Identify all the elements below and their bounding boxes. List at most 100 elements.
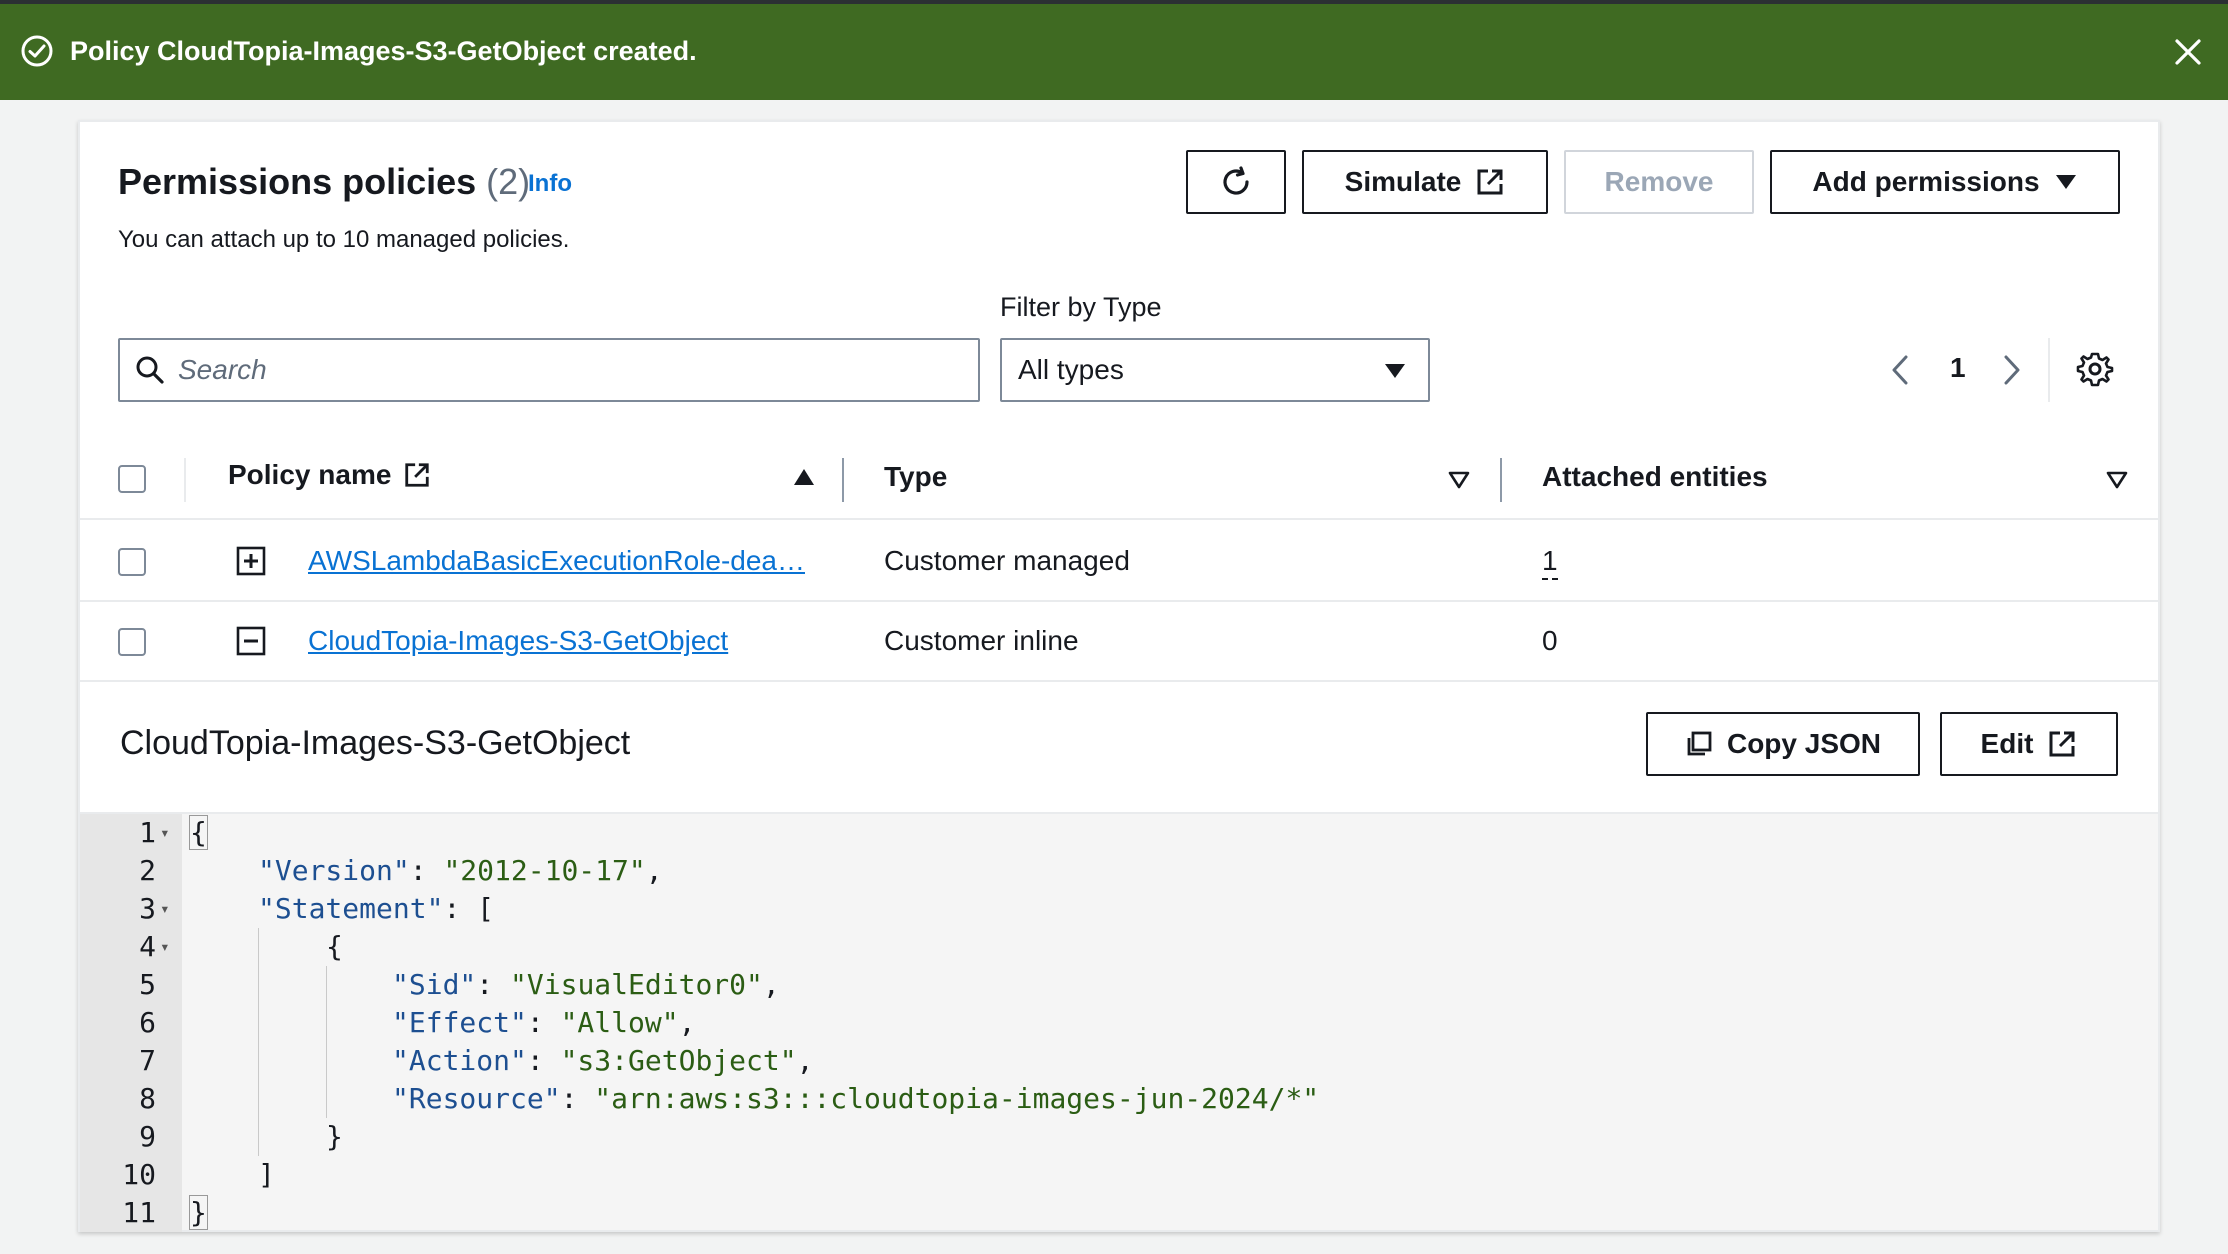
json-value: "Allow" xyxy=(560,1006,679,1039)
type-filter-value: All types xyxy=(1018,354,1124,385)
policy-type: Customer inline xyxy=(884,625,1079,656)
json-value: "2012-10-17" xyxy=(443,854,646,887)
code-line: "Sid": "VisualEditor0", xyxy=(392,968,780,1001)
line-number: 6 xyxy=(139,1006,156,1039)
sort-down-icon[interactable] xyxy=(1448,470,1470,490)
code-line: ] xyxy=(258,1156,275,1194)
refresh-icon xyxy=(1223,166,1249,195)
column-header-policy-name[interactable]: Policy name xyxy=(228,458,431,492)
chevron-left-icon[interactable] xyxy=(1888,354,1912,386)
code-line: { xyxy=(326,928,343,966)
line-number: 2 xyxy=(139,854,156,887)
code-bracket: [ xyxy=(477,892,495,925)
row-checkbox[interactable] xyxy=(118,548,146,576)
panel-description: You can attach up to 10 managed policies… xyxy=(118,226,570,253)
search-icon xyxy=(136,356,164,384)
column-divider xyxy=(1500,458,1502,502)
line-number: 7 xyxy=(139,1044,156,1077)
copy-icon xyxy=(1687,731,1712,756)
add-permissions-label: Add permissions xyxy=(1812,166,2040,197)
external-link-icon xyxy=(2049,731,2075,757)
policy-name-link[interactable]: AWSLambdaBasicExecutionRole-dea… xyxy=(308,544,805,578)
copy-json-button[interactable]: Copy JSON xyxy=(1646,712,1920,776)
table-header: Policy name Type Attached entities xyxy=(80,438,2158,520)
pager-divider xyxy=(2048,338,2050,402)
line-number: 11 xyxy=(122,1196,156,1229)
column-header-type[interactable]: Type xyxy=(884,460,947,494)
add-permissions-button[interactable]: Add permissions xyxy=(1770,150,2120,214)
row-checkbox[interactable] xyxy=(118,628,146,656)
policy-detail-section: CloudTopia-Images-S3-GetObject Copy JSON… xyxy=(80,684,2158,1232)
code-line: { xyxy=(189,814,208,852)
policy-name-link[interactable]: CloudTopia-Images-S3-GetObject xyxy=(308,624,728,658)
caret-down-icon xyxy=(1385,364,1405,378)
code-line: } xyxy=(189,1194,208,1232)
flash-message: Policy CloudTopia-Images-S3-GetObject cr… xyxy=(70,36,697,66)
panel-title: Permissions policies xyxy=(118,161,477,202)
sort-ascending-icon[interactable] xyxy=(792,466,816,488)
json-value: "s3:GetObject" xyxy=(560,1044,797,1077)
search-box[interactable] xyxy=(118,338,980,402)
line-number: 5 xyxy=(139,968,156,1001)
remove-button[interactable]: Remove xyxy=(1564,150,1754,214)
search-input[interactable] xyxy=(178,354,958,386)
close-icon[interactable] xyxy=(2170,34,2206,70)
external-link-icon xyxy=(405,463,430,487)
check-circle-icon xyxy=(21,35,53,67)
edit-button[interactable]: Edit xyxy=(1940,712,2118,776)
json-key: "Statement" xyxy=(258,892,444,925)
fold-arrow-icon[interactable]: ▾ xyxy=(160,928,174,966)
caret-down-icon xyxy=(2055,175,2076,189)
attached-entities-count: 0 xyxy=(1542,625,1558,656)
attached-entities-header-label: Attached entities xyxy=(1542,461,1768,492)
json-value: "VisualEditor0" xyxy=(510,968,763,1001)
indent-guide xyxy=(258,928,259,1156)
current-page[interactable]: 1 xyxy=(1950,352,1966,384)
line-number: 10 xyxy=(122,1158,156,1191)
code-line: "Statement": [ xyxy=(258,892,495,925)
gear-icon[interactable] xyxy=(2076,350,2114,388)
json-key: "Version" xyxy=(258,854,410,887)
json-key: "Action" xyxy=(392,1044,527,1077)
code-brace: { xyxy=(189,815,208,850)
refresh-button[interactable] xyxy=(1186,150,1286,214)
indent-guide xyxy=(326,966,327,1118)
policy-detail-title: CloudTopia-Images-S3-GetObject xyxy=(120,724,631,762)
code-line: "Action": "s3:GetObject", xyxy=(392,1044,814,1077)
column-divider xyxy=(184,458,186,502)
fold-arrow-icon[interactable]: ▾ xyxy=(160,814,174,852)
chevron-right-icon[interactable] xyxy=(2000,354,2024,386)
policy-json-editor[interactable]: 1 2 3 4 5 6 7 8 9 10 11 ▾ ▾ ▾ { "Version… xyxy=(80,812,2158,1232)
line-number: 8 xyxy=(139,1082,156,1115)
code-line: "Effect": "Allow", xyxy=(392,1006,696,1039)
line-number: 1 xyxy=(139,816,156,849)
line-number: 9 xyxy=(139,1120,156,1153)
success-flash-banner: Policy CloudTopia-Images-S3-GetObject cr… xyxy=(0,4,2228,100)
select-all-checkbox[interactable] xyxy=(118,465,146,493)
code-line: "Resource": "arn:aws:s3:::cloudtopia-ima… xyxy=(392,1082,1320,1115)
policy-name-header-label: Policy name xyxy=(228,459,392,490)
remove-label: Remove xyxy=(1604,166,1714,197)
code-brace: } xyxy=(189,1195,208,1230)
page-title: Permissions policies (2) xyxy=(118,160,530,204)
json-key: "Resource" xyxy=(392,1082,561,1115)
policy-count: (2) xyxy=(486,161,531,202)
info-link[interactable]: Info xyxy=(528,170,572,198)
line-number: 3 xyxy=(139,892,156,925)
code-line: } xyxy=(326,1118,343,1156)
sort-down-icon[interactable] xyxy=(2106,470,2128,490)
simulate-button[interactable]: Simulate xyxy=(1302,150,1548,214)
column-header-attached-entities[interactable]: Attached entities xyxy=(1542,460,1768,494)
attached-entities-count[interactable]: 1 xyxy=(1542,544,1558,580)
table-row: CloudTopia-Images-S3-GetObject Customer … xyxy=(80,602,2158,682)
collapse-icon[interactable] xyxy=(236,626,266,656)
fold-arrow-icon[interactable]: ▾ xyxy=(160,890,174,928)
edit-label: Edit xyxy=(1980,728,2034,759)
type-header-label: Type xyxy=(884,461,948,492)
json-value: "arn:aws:s3:::cloudtopia-images-jun-2024… xyxy=(594,1082,1320,1115)
type-filter-select[interactable]: All types xyxy=(1000,338,1430,402)
json-key: "Sid" xyxy=(392,968,477,1001)
code-line: "Version": "2012-10-17", xyxy=(258,854,663,887)
line-number: 4 xyxy=(139,930,156,963)
expand-icon[interactable] xyxy=(236,546,266,576)
